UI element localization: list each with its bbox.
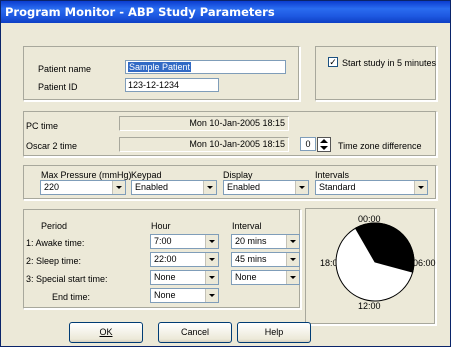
awake-interval-select[interactable]: 20 mins xyxy=(231,234,300,249)
special-hour-value: None xyxy=(154,272,176,282)
display-select[interactable]: Enabled xyxy=(223,180,309,195)
ok-button[interactable]: OK xyxy=(69,322,143,343)
cancel-button[interactable]: Cancel xyxy=(158,322,232,343)
chevron-down-icon[interactable] xyxy=(203,181,216,194)
sleep-interval-value: 45 mins xyxy=(235,254,267,264)
window-title: Program Monitor - ABP Study Parameters xyxy=(5,5,275,19)
chevron-down-icon[interactable] xyxy=(205,253,218,266)
clock-label-bottom: 12:00 xyxy=(358,301,381,311)
spin-arrows-icon xyxy=(320,139,328,150)
chevron-down-icon[interactable] xyxy=(414,181,427,194)
dialog-window: Program Monitor - ABP Study Parameters P… xyxy=(0,0,451,347)
end-hour-value: None xyxy=(154,290,176,300)
max-pressure-label: Max Pressure (mmHg) xyxy=(41,170,132,180)
start-study-group xyxy=(315,46,437,101)
timezone-spinner[interactable] xyxy=(317,137,331,152)
pc-time-value: Mon 10-Jan-2005 18:15 xyxy=(119,116,289,131)
awake-hour-value: 7:00 xyxy=(154,236,172,246)
title-bar[interactable]: Program Monitor - ABP Study Parameters xyxy=(1,1,450,23)
max-pressure-select[interactable]: 220 xyxy=(40,180,126,195)
awake-interval-value: 20 mins xyxy=(235,236,267,246)
patient-name-value: Sample Patient xyxy=(128,62,192,72)
chevron-down-icon[interactable] xyxy=(286,235,299,248)
pc-time-label: PC time xyxy=(26,121,59,131)
hour-header: Hour xyxy=(151,221,171,231)
start-study-checkbox[interactable]: ✓ xyxy=(328,57,338,67)
patient-name-input[interactable]: Sample Patient xyxy=(125,60,286,74)
intervals-select[interactable]: Standard xyxy=(315,180,428,195)
special-hour-select[interactable]: None xyxy=(150,270,219,285)
display-label: Display xyxy=(223,170,253,180)
end-hour-select[interactable]: None xyxy=(150,288,219,303)
chevron-down-icon[interactable] xyxy=(112,181,125,194)
chevron-down-icon[interactable] xyxy=(205,271,218,284)
patient-id-label: Patient ID xyxy=(38,82,78,92)
keypad-value: Enabled xyxy=(135,182,169,192)
ok-button-label: OK xyxy=(99,327,113,337)
schedule-clock-dial xyxy=(335,222,415,302)
clock-label-right: 06:00 xyxy=(413,258,436,268)
sleep-hour-select[interactable]: 22:00 xyxy=(150,252,219,267)
period-header: Period xyxy=(41,221,68,231)
start-study-label[interactable]: Start study in 5 minutes xyxy=(342,58,436,68)
chevron-down-icon[interactable] xyxy=(205,235,218,248)
keypad-label: Keypad xyxy=(131,170,162,180)
timezone-input[interactable]: 0 xyxy=(300,137,316,151)
awake-label: 1: Awake time: xyxy=(26,238,85,248)
chevron-down-icon[interactable] xyxy=(286,253,299,266)
help-button-label: Help xyxy=(264,327,284,337)
help-button[interactable]: Help xyxy=(237,322,311,343)
interval-header: Interval xyxy=(232,221,262,231)
cancel-button-label: Cancel xyxy=(180,327,209,337)
max-pressure-value: 220 xyxy=(44,182,60,192)
end-time-label: End time: xyxy=(52,292,91,302)
patient-id-input[interactable]: 123-12-1234 xyxy=(125,78,219,92)
sleep-label: 2: Sleep time: xyxy=(26,256,82,266)
patient-name-label: Patient name xyxy=(38,64,92,74)
special-interval-value: None xyxy=(235,272,257,282)
sleep-hour-value: 22:00 xyxy=(154,254,177,264)
special-interval-select[interactable]: None xyxy=(231,270,300,285)
chevron-down-icon[interactable] xyxy=(295,181,308,194)
sleep-interval-select[interactable]: 45 mins xyxy=(231,252,300,267)
awake-hour-select[interactable]: 7:00 xyxy=(150,234,219,249)
oscar-time-value: Mon 10-Jan-2005 18:15 xyxy=(119,137,289,152)
keypad-select[interactable]: Enabled xyxy=(131,180,217,195)
chevron-down-icon[interactable] xyxy=(286,271,299,284)
oscar-time-label: Oscar 2 time xyxy=(26,141,78,151)
timezone-label: Time zone difference xyxy=(338,141,422,151)
intervals-label: Intervals xyxy=(315,170,350,180)
intervals-value: Standard xyxy=(319,182,356,192)
special-start-label: 3: Special start time: xyxy=(26,274,108,284)
display-value: Enabled xyxy=(227,182,261,192)
chevron-down-icon[interactable] xyxy=(205,289,218,302)
